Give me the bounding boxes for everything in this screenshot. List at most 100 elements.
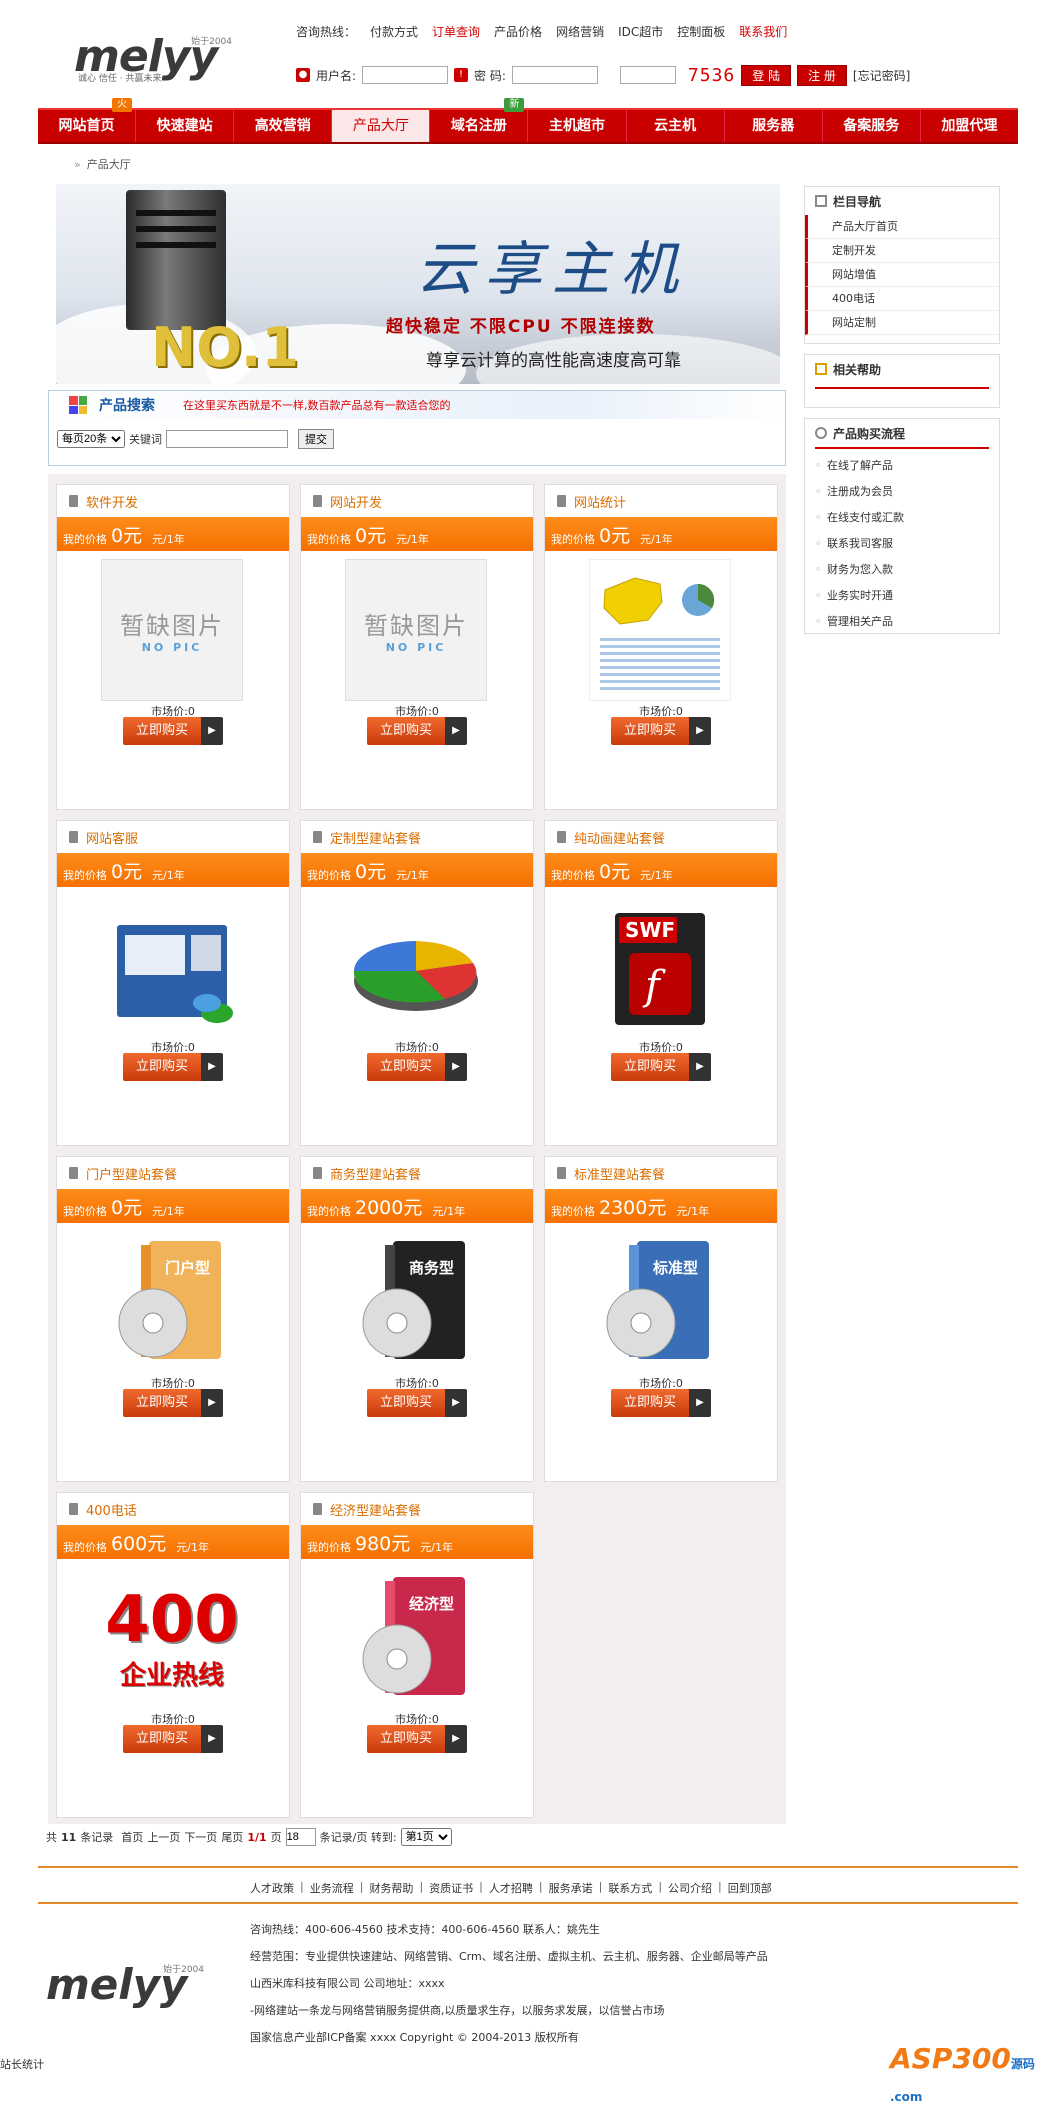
- footer-link[interactable]: 人才政策: [250, 1880, 294, 1896]
- product-card[interactable]: 纯动画建站套餐 我的价格 0元 元/1年 SWF f 市场价:0 立即购买 ▶: [544, 820, 778, 1146]
- nav-label: 网站首页: [58, 118, 115, 134]
- nav-item-server[interactable]: 服务器: [725, 110, 823, 142]
- keyword-input[interactable]: [166, 430, 288, 448]
- first-page-link[interactable]: 首页: [121, 1829, 143, 1845]
- product-name[interactable]: 网站统计: [574, 492, 626, 511]
- buy-now-button[interactable]: 立即购买 ▶: [123, 1389, 223, 1417]
- nav-item-marketing[interactable]: 高效营销: [234, 110, 333, 142]
- prev-page-link[interactable]: 上一页: [147, 1829, 180, 1845]
- goto-page-select[interactable]: 第1页: [400, 1828, 452, 1846]
- flow-step: 在线了解产品: [805, 453, 999, 479]
- product-name[interactable]: 定制型建站套餐: [330, 828, 421, 847]
- product-card[interactable]: 网站统计 我的价格 0元 元/1年 市场价:0 立即购买 ▶: [544, 484, 778, 810]
- register-button[interactable]: 注 册: [797, 64, 847, 86]
- product-name[interactable]: 商务型建站套餐: [330, 1164, 421, 1183]
- price-label: 我的价格: [63, 1541, 107, 1554]
- top-link[interactable]: 订单查询: [432, 23, 480, 40]
- footer-link[interactable]: 回到顶部: [728, 1880, 772, 1896]
- nav-item-domain[interactable]: 新域名注册: [430, 98, 529, 142]
- product-name[interactable]: 网站开发: [330, 492, 382, 511]
- buy-now-button[interactable]: 立即购买 ▶: [611, 717, 711, 745]
- nav-item-products[interactable]: 产品大厅: [332, 110, 431, 142]
- password-label: 密 码:: [474, 68, 506, 83]
- buy-now-button[interactable]: 立即购买 ▶: [367, 1053, 467, 1081]
- site-logo[interactable]: melyy 始于2004 诚心 信任 · 共赢未来: [74, 32, 234, 85]
- nav-item-agent[interactable]: 加盟代理: [921, 110, 1018, 142]
- footer-link[interactable]: 财务帮助: [369, 1880, 413, 1896]
- buy-now-button[interactable]: 立即购买 ▶: [123, 1053, 223, 1081]
- product-name[interactable]: 纯动画建站套餐: [574, 828, 665, 847]
- product-card[interactable]: 标准型建站套餐 我的价格 2300元 元/1年 标准型 市场价:0 立即购买 ▶: [544, 1156, 778, 1482]
- product-name[interactable]: 经济型建站套餐: [330, 1500, 421, 1519]
- product-name[interactable]: 网站客服: [86, 828, 138, 847]
- software-box-image: 门户型: [101, 1231, 243, 1373]
- last-page-link[interactable]: 尾页: [221, 1829, 243, 1845]
- nav-item-icp[interactable]: 备案服务: [823, 110, 921, 142]
- top-link[interactable]: 产品价格: [494, 23, 542, 40]
- product-search: 产品搜索 在这里买东西就是不一样,数百款产品总有一款适合您的 每页20条 关键词…: [48, 390, 786, 466]
- buy-now-button[interactable]: 立即购买 ▶: [367, 1389, 467, 1417]
- next-page-link[interactable]: 下一页: [184, 1829, 217, 1845]
- top-link[interactable]: 付款方式: [370, 23, 418, 40]
- buy-now-button[interactable]: 立即购买 ▶: [367, 717, 467, 745]
- footer-link[interactable]: 资质证书: [429, 1880, 473, 1896]
- banner-no1: NO.1: [151, 316, 299, 379]
- software-box-image: 经济型: [345, 1567, 487, 1709]
- forgot-password-link[interactable]: [忘记密码]: [853, 67, 910, 84]
- price-label: 我的价格: [551, 533, 595, 546]
- keyword-label: 关键词: [129, 433, 162, 446]
- buy-now-button[interactable]: 立即购买 ▶: [367, 1725, 467, 1753]
- username-input[interactable]: [362, 66, 449, 84]
- medal-icon: [815, 363, 827, 375]
- top-link[interactable]: 联系我们: [739, 23, 787, 40]
- product-card[interactable]: 商务型建站套餐 我的价格 2000元 元/1年 商务型 市场价:0 立即购买 ▶: [300, 1156, 534, 1482]
- nav-item-cloud[interactable]: 云主机: [627, 110, 725, 142]
- nav-item-quick-site[interactable]: 快速建站: [136, 110, 235, 142]
- password-input[interactable]: [511, 66, 598, 84]
- login-button[interactable]: 登 陆: [741, 64, 792, 86]
- product-card[interactable]: 网站开发 我的价格 0元 元/1年 暂缺图片 NO PIC 市场价:0 立即购买 ▶: [300, 484, 534, 810]
- software-box-image: 商务型: [345, 1231, 487, 1373]
- footer-link[interactable]: 公司介绍: [668, 1880, 712, 1896]
- product-card[interactable]: 400电话 我的价格 600元 元/1年 400 企业热线 市场价:0 立即购买 ▶: [56, 1492, 290, 1818]
- watermark-text: ASP300: [890, 2042, 1011, 2075]
- sidebar-item[interactable]: 网站增值: [805, 263, 999, 287]
- buy-now-button[interactable]: 立即购买 ▶: [611, 1389, 711, 1417]
- footer-link[interactable]: 服务承诺: [549, 1880, 593, 1896]
- sidebar-item[interactable]: 网站定制: [805, 311, 999, 335]
- footer-link[interactable]: 联系方式: [608, 1880, 652, 1896]
- top-link[interactable]: 网络营销: [556, 23, 604, 40]
- site-stats-link[interactable]: 站长统计: [0, 2056, 44, 2072]
- nav-label: 加盟代理: [941, 118, 998, 134]
- footer-link[interactable]: 人才招聘: [489, 1880, 533, 1896]
- captcha-image[interactable]: 7536: [688, 65, 735, 86]
- nav-item-hosting[interactable]: 主机超市: [528, 110, 627, 142]
- cloud-host-banner[interactable]: NO.1 云享主机 超快稳定 不限CPU 不限连接数 尊享云计算的高性能高速度高…: [56, 184, 780, 384]
- top-link[interactable]: IDC超市: [618, 23, 663, 40]
- product-name[interactable]: 门户型建站套餐: [86, 1164, 177, 1183]
- no-image-placeholder: 暂缺图片 NO PIC: [101, 559, 243, 701]
- buy-now-button[interactable]: 立即购买 ▶: [611, 1053, 711, 1081]
- banner-slogan: 超快稳定 不限CPU 不限连接数: [386, 317, 656, 337]
- footer-link[interactable]: 业务流程: [310, 1880, 354, 1896]
- product-name[interactable]: 标准型建站套餐: [574, 1164, 665, 1183]
- search-submit-button[interactable]: 提交: [298, 429, 334, 449]
- product-card[interactable]: 网站客服 我的价格 0元 元/1年 市场价:0 立即购买 ▶: [56, 820, 290, 1146]
- product-card[interactable]: 门户型建站套餐 我的价格 0元 元/1年 门户型 市场价:0 立即购买 ▶: [56, 1156, 290, 1482]
- per-page-select[interactable]: 每页20条: [57, 430, 125, 448]
- sidebar-item[interactable]: 定制开发: [805, 239, 999, 263]
- price-unit: 元/1年: [152, 1205, 185, 1218]
- product-name[interactable]: 400电话: [86, 1500, 137, 1519]
- product-card[interactable]: 经济型建站套餐 我的价格 980元 元/1年 经济型 市场价:0 立即购买 ▶: [300, 1492, 534, 1818]
- sidebar-item[interactable]: 400电话: [805, 287, 999, 311]
- product-card[interactable]: 软件开发 我的价格 0元 元/1年 暂缺图片 NO PIC 市场价:0 立即购买 ▶: [56, 484, 290, 810]
- product-card[interactable]: 定制型建站套餐 我的价格 0元 元/1年 市场价:0 立即购买 ▶: [300, 820, 534, 1146]
- buy-now-button[interactable]: 立即购买 ▶: [123, 1725, 223, 1753]
- buy-now-button[interactable]: 立即购买 ▶: [123, 717, 223, 745]
- product-name[interactable]: 软件开发: [86, 492, 138, 511]
- top-link[interactable]: 控制面板: [677, 23, 725, 40]
- per-page-input[interactable]: [285, 1828, 316, 1846]
- nav-item-home[interactable]: 火网站首页: [38, 98, 137, 142]
- captcha-input[interactable]: [619, 66, 676, 84]
- sidebar-item[interactable]: 产品大厅首页: [805, 215, 999, 239]
